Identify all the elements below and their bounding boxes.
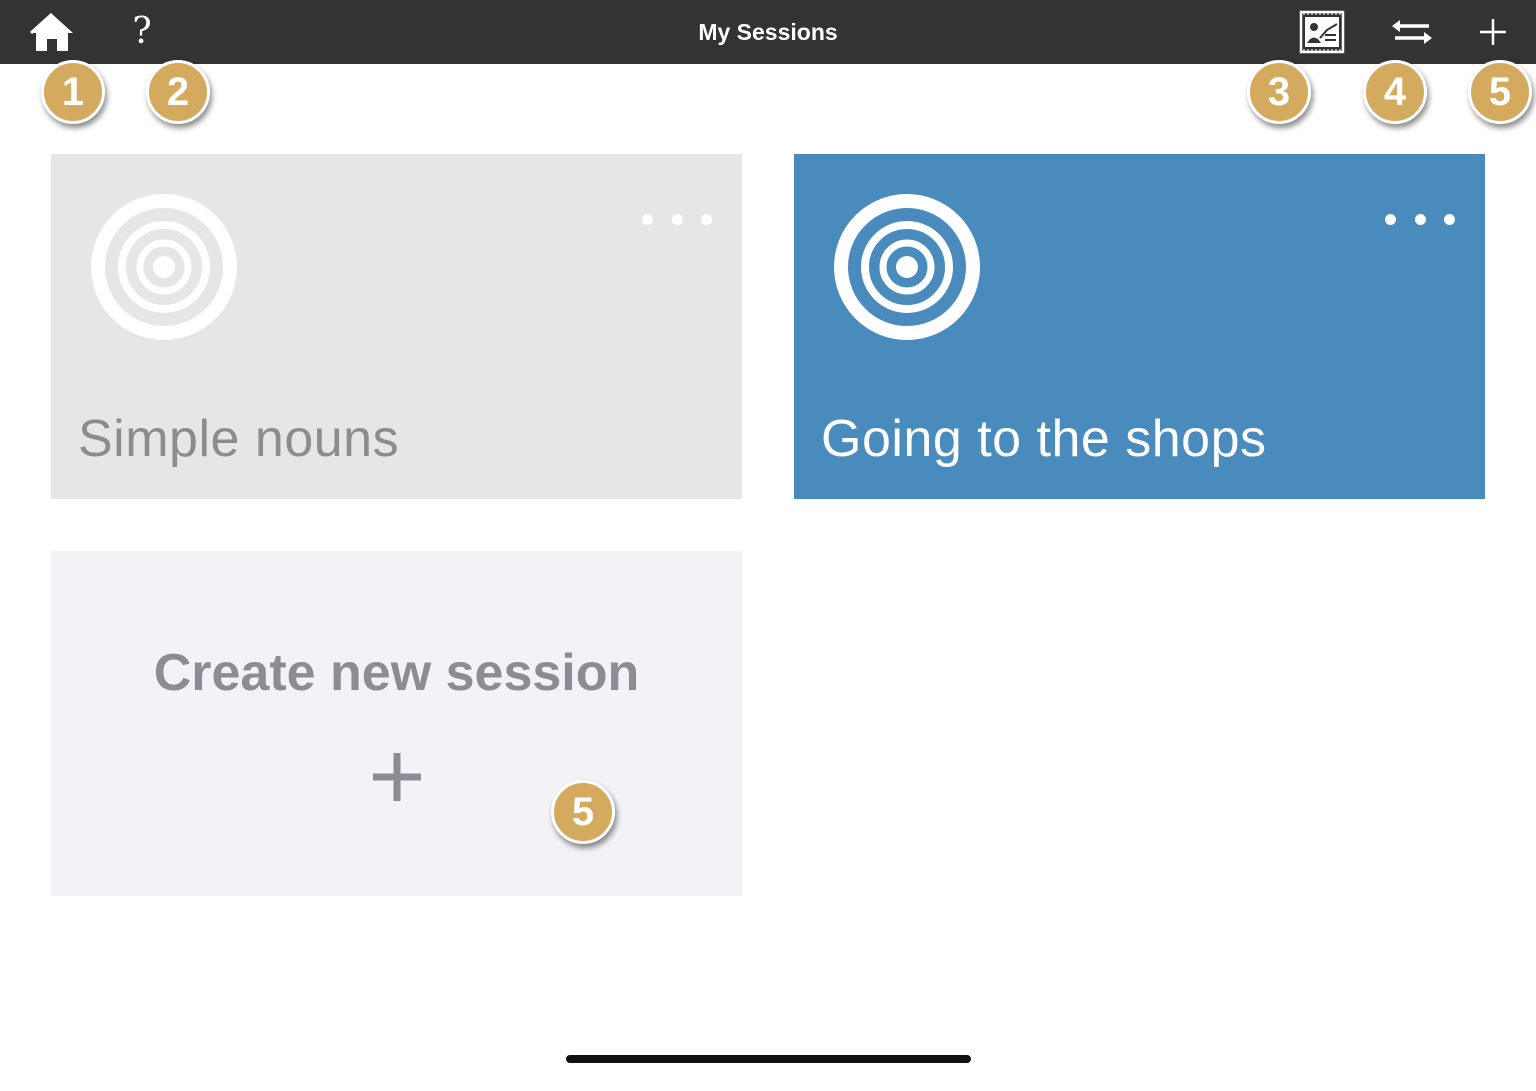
callout-badge-3: 3 xyxy=(1247,60,1311,124)
callout-badge-5: 5 xyxy=(1468,60,1532,124)
help-icon: ? xyxy=(132,11,152,52)
session-options-button[interactable] xyxy=(1385,204,1455,234)
home-indicator[interactable] xyxy=(566,1055,971,1063)
help-button[interactable]: ? xyxy=(120,6,164,58)
home-icon xyxy=(29,12,73,51)
more-dot xyxy=(1444,213,1455,225)
more-dot xyxy=(671,213,683,225)
create-session-label: Create new session xyxy=(153,644,640,702)
callout-badge-2: 2 xyxy=(146,60,210,124)
plus-icon xyxy=(373,753,421,801)
callout-badge-5b: 5 xyxy=(551,780,615,844)
add-session-button[interactable] xyxy=(1470,6,1516,58)
home-button[interactable] xyxy=(26,6,78,58)
session-title: Going to the shops xyxy=(821,410,1267,468)
more-dot xyxy=(642,213,653,225)
more-dot xyxy=(701,213,712,225)
create-session-card[interactable]: Create new session xyxy=(51,551,742,896)
session-options-button[interactable] xyxy=(642,204,712,234)
callout-badge-4: 4 xyxy=(1363,60,1427,124)
session-card-simple-nouns[interactable]: Simple nouns xyxy=(51,154,742,499)
presentation-icon xyxy=(1299,10,1345,54)
more-dot xyxy=(1385,213,1396,225)
reorder-button[interactable] xyxy=(1386,6,1438,58)
session-card-going-to-the-shops[interactable]: Going to the shops xyxy=(794,154,1485,499)
view-session-button[interactable] xyxy=(1296,6,1348,58)
plus-icon xyxy=(1480,19,1506,45)
callout-badge-1: 1 xyxy=(41,60,105,124)
session-title: Simple nouns xyxy=(78,410,400,468)
target-icon xyxy=(834,194,980,340)
target-icon xyxy=(91,194,237,340)
reorder-arrows-icon xyxy=(1392,20,1432,44)
more-dot xyxy=(1414,213,1426,225)
